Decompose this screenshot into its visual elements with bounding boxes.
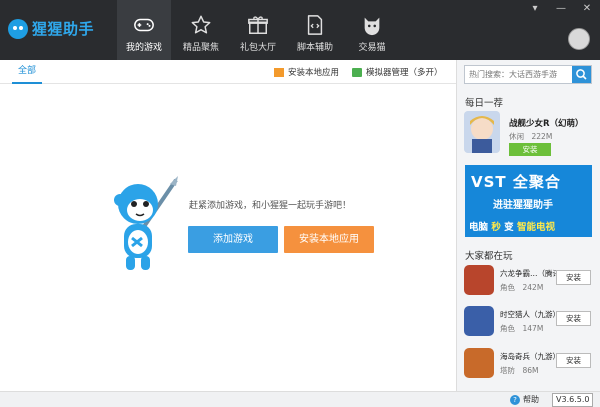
nav-label: 脚本辅助 (296, 43, 333, 53)
monkey-mascot-icon (114, 176, 178, 270)
featured-game-icon (464, 111, 500, 153)
cat-icon (364, 17, 380, 36)
banner-headline: VST 全聚合 (471, 173, 561, 191)
empty-hint-text: 赶紧添加游戏，和小猩猩一起玩手游吧！ (189, 201, 352, 211)
nav-label: 精品聚焦 (182, 43, 219, 53)
minimize-button[interactable]: — (548, 0, 574, 18)
menu-dropdown-button[interactable]: ▾ (522, 0, 548, 18)
search-box (464, 65, 592, 84)
user-avatar[interactable] (568, 28, 590, 50)
install-local-app-button[interactable]: 安装本地应用 (284, 226, 374, 253)
add-game-button[interactable]: 添加游戏 (188, 226, 278, 253)
help-label: 帮助 (523, 395, 539, 404)
nav-trade-cat[interactable]: 交易猫 (345, 0, 399, 60)
app-name: 猩猩助手 (32, 20, 95, 38)
game-icon (464, 348, 494, 378)
nav-featured[interactable]: 精品聚焦 (174, 0, 228, 60)
nav-label: 交易猫 (358, 43, 386, 53)
banner-subline: 进驻猩猩助手 (493, 200, 553, 211)
game-name: 海岛奇兵（九游） (500, 352, 556, 361)
empty-state: 赶紧添加游戏，和小猩猩一起玩手游吧！ 添加游戏 安装本地应用 (0, 60, 456, 391)
main-nav: 我的游戏 精品聚焦 礼包大厅 脚本辅助 交易猫 (117, 0, 402, 60)
game-meta: 角色 147M (500, 324, 544, 333)
install-button[interactable]: 安装 (556, 311, 591, 326)
help-link[interactable]: ? 帮助 (510, 394, 539, 405)
game-name: 时空猎人（九游） (500, 310, 556, 319)
recommend-sidebar: 每日一荐 战舰少女R（幻萌） 休闲 222M 安装 VST 全聚合 进驻猩猩助手… (456, 60, 600, 391)
nav-my-games[interactable]: 我的游戏 (117, 0, 171, 60)
featured-install-button[interactable]: 安装 (509, 143, 551, 156)
featured-game-meta: 休闲 222M (509, 132, 553, 141)
gamepad-icon (134, 18, 154, 32)
list-item[interactable]: 海岛奇兵（九游） 塔防 86M 安装 (464, 348, 594, 382)
star-icon (191, 15, 211, 34)
featured-game-name: 战舰少女R（幻萌） (509, 119, 584, 129)
game-meta: 塔防 86M (500, 366, 539, 375)
nav-label: 我的游戏 (125, 43, 162, 53)
game-icon (464, 306, 494, 336)
app-logo: 猩猩助手 (8, 18, 94, 39)
my-games-panel: 全部 安装本地应用 模拟器管理（多开） 赶紧添加游戏，和小猩猩一起玩手游吧！ 添… (0, 60, 456, 391)
status-bar: ? 帮助 V3.6.5.0 (0, 391, 600, 407)
game-meta: 角色 242M (500, 283, 544, 292)
version-label: V3.6.5.0 (552, 393, 594, 407)
list-item[interactable]: 六龙争霸…（腾讯 角色 242M 安装 (464, 265, 594, 299)
gift-icon (248, 16, 268, 34)
search-button[interactable] (572, 66, 591, 83)
daily-recommend-title: 每日一荐 (465, 98, 504, 109)
banner-tagline: 电脑 秒 变 智能电视 (469, 222, 555, 233)
search-input[interactable] (465, 66, 572, 83)
script-file-icon (307, 15, 323, 35)
install-button[interactable]: 安装 (556, 353, 591, 368)
close-button[interactable]: ✕ (574, 0, 600, 18)
game-name: 六龙争霸…（腾讯 (500, 269, 556, 278)
promo-banner[interactable]: VST 全聚合 进驻猩猩助手 电脑 秒 变 智能电视 (465, 165, 592, 237)
nav-gift-hall[interactable]: 礼包大厅 (231, 0, 285, 60)
popular-games-title: 大家都在玩 (465, 251, 513, 262)
nav-label: 礼包大厅 (239, 43, 276, 53)
window-controls: ▾ — ✕ (522, 0, 600, 18)
game-icon (464, 265, 494, 295)
monkey-logo-icon (8, 18, 28, 39)
install-button[interactable]: 安装 (556, 270, 591, 285)
nav-script-assist[interactable]: 脚本辅助 (288, 0, 342, 60)
list-item[interactable]: 时空猎人（九游） 角色 147M 安装 (464, 306, 594, 340)
search-icon (576, 69, 587, 80)
help-icon: ? (510, 394, 520, 405)
title-bar: 猩猩助手 我的游戏 精品聚焦 礼包大厅 脚本辅助 交易猫 ▾ — ✕ (0, 0, 600, 60)
